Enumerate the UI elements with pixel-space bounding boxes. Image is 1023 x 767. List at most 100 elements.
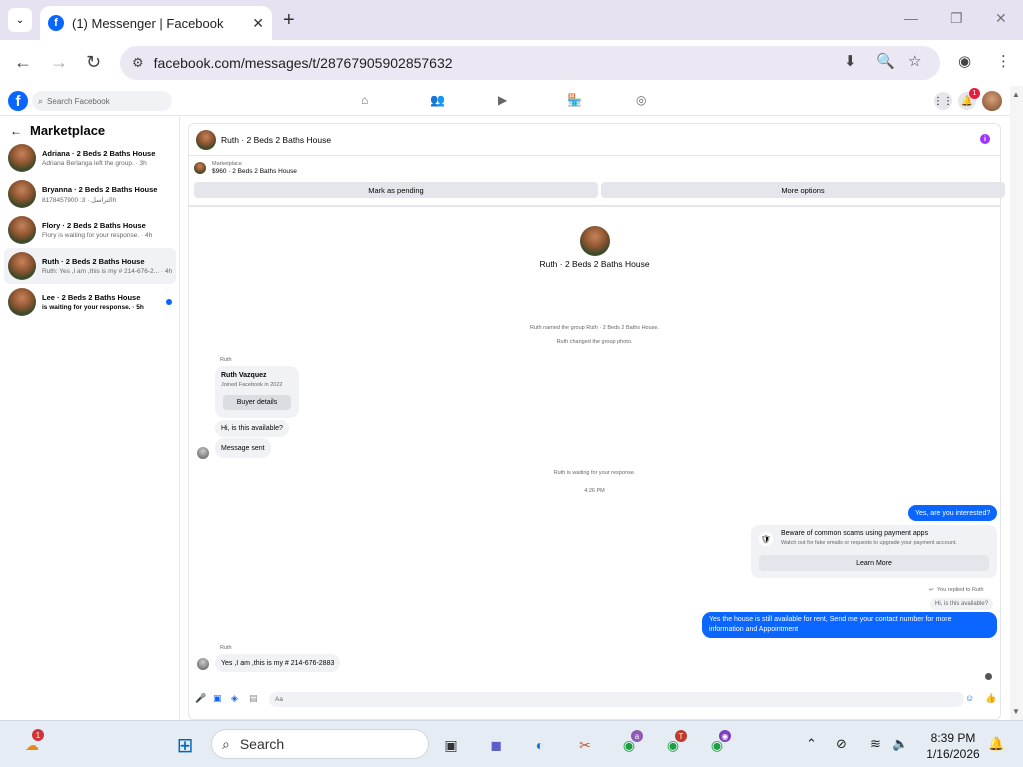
back-button[interactable]: ← [14,52,32,73]
facebook-search-input[interactable]: ⌕ Search Facebook [32,91,172,111]
read-receipt-avatar [985,673,992,680]
menu-kebab-icon[interactable]: ⋮ [996,52,1011,70]
windows-start-icon[interactable]: ⊞ [172,732,198,758]
tab-close-icon[interactable]: ✕ [252,15,264,32]
windows-taskbar: ☁ 1 ⊞ ⌕ Search ▣ ◼ ◐ ✂ ◉ a ◉ T ◉ ◉ ⌃ ⊘ ≋… [0,720,1023,767]
taskbar-search[interactable]: ⌕ Search [211,729,429,759]
browser-tab[interactable]: f (1) Messenger | Facebook ✕ [40,6,272,40]
replied-label: You replied to Ruth [937,587,984,593]
gif-icon[interactable]: ▤ [249,693,258,704]
taskbar-search-label: Search [239,736,285,752]
teams-chat-icon[interactable]: ◼ [483,732,509,758]
conversation-item-lee[interactable]: Lee · 2 Beds 2 Baths House is waiting fo… [4,284,176,320]
restore-button[interactable]: ❐ [950,10,963,27]
back-arrow-icon[interactable]: ← [10,124,22,138]
account-avatar[interactable] [982,91,1002,111]
reload-button[interactable]: ↻ [86,52,101,73]
friends-icon[interactable]: 👥 [430,93,445,107]
minimize-button[interactable]: — [904,10,918,26]
system-message: Ruth named the group Ruth · 2 Beds 2 Bat… [529,325,660,331]
message-composer: 🎤 ▣ ◈ ▤ Aa ☺ 👍 [189,689,1000,711]
new-tab-button[interactable]: + [283,9,295,32]
listing-summary[interactable]: Marketplace $960 · 2 Beds 2 Baths House [194,161,297,175]
home-icon[interactable]: ⌂ [361,93,368,107]
notification-badge: 1 [969,88,980,99]
conversation-item-adriana[interactable]: Adriana · 2 Beds 2 Baths House Adriana B… [4,140,176,176]
buyer-joined: Joined Facebook in 2022 [221,382,283,388]
bookmark-star-icon[interactable]: ☆ [908,52,921,70]
avatar [8,180,36,208]
conversation-sidebar: ← Marketplace Adriana · 2 Beds 2 Baths H… [0,116,180,720]
outgoing-message-bubble[interactable]: Yes, are you interested? [908,505,998,521]
conversation-preview: Ruth: Yes ,I am ,this is my # 214-676-2.… [42,268,173,275]
more-options-button[interactable]: More options [601,182,1005,198]
browser-toolbar: ← → ↻ ⚙ facebook.com/messages/t/28767905… [0,40,1023,86]
conversation-preview: Flory is waiting for your response. · 4h [42,232,153,239]
address-bar[interactable]: ⚙ facebook.com/messages/t/28767905902857… [120,46,940,80]
clock-date: 1/16/2026 [926,747,980,761]
emoji-icon[interactable]: ☺ [965,693,974,703]
info-icon[interactable]: i [980,134,990,144]
message-bubble[interactable]: Yes ,I am ,this is my # 214-676-2883 [215,654,341,672]
facebook-logo-icon[interactable]: f [8,91,28,111]
scroll-down-arrow-icon[interactable]: ▼ [1012,707,1020,716]
conversation-name: Flory · 2 Beds 2 Baths House [42,221,146,230]
tab-search-button[interactable]: ⌄ [8,8,32,32]
buyer-card: Ruth Vazquez Joined Facebook in 2022 Buy… [215,366,299,418]
chrome-profile-badge: a [631,730,643,742]
page-scrollbar[interactable] [1010,86,1023,720]
scam-warning-title: Beware of common scams using payment app… [781,530,929,537]
location-off-icon[interactable]: ⊘ [836,736,847,752]
conversation-name: Lee · 2 Beds 2 Baths House [42,293,141,302]
message-bubble[interactable]: Hi, is this available? [215,420,289,437]
conversation-name: Adriana · 2 Beds 2 Baths House [42,149,156,158]
scam-warning-subtitle: Watch out for fake emails or requests to… [781,540,957,546]
scroll-up-arrow-icon[interactable]: ▲ [1012,90,1020,99]
mark-as-pending-button[interactable]: Mark as pending [194,182,598,198]
avatar [197,658,209,670]
microphone-icon[interactable]: 🎤 [195,693,206,704]
wifi-icon[interactable]: ≋ [870,736,881,752]
site-info-icon[interactable]: ⚙ [132,55,144,71]
conversation-item-flory[interactable]: Flory · 2 Beds 2 Baths House Flory is wa… [4,212,176,248]
marketplace-icon[interactable]: 🏪 [567,93,582,107]
message-input[interactable]: Aa [269,692,964,707]
url-text[interactable]: facebook.com/messages/t/2876790590285763… [154,55,453,71]
chevron-up-icon[interactable]: ⌃ [806,736,817,752]
message-bubble[interactable]: Message sent [215,438,271,458]
menu-grid-icon[interactable]: ⋮⋮ [933,92,953,110]
notification-bell-icon[interactable]: 🔔 [988,736,1004,752]
video-icon[interactable]: ▶ [498,93,507,107]
quoted-message[interactable]: Hi, is this available? [930,598,994,610]
system-clock[interactable]: 8:39 PM 1/16/2026 [918,730,988,762]
close-window-button[interactable]: ✕ [995,10,1007,27]
clock-time: 8:39 PM [930,731,976,745]
conversation-item-bryanna[interactable]: Bryanna · 2 Beds 2 Baths House 817845790… [4,176,176,212]
zoom-icon[interactable]: 🔍 [876,52,895,70]
volume-icon[interactable]: 🔈 [892,736,908,752]
learn-more-button[interactable]: Learn More [759,555,989,571]
snipping-tool-icon[interactable]: ✂ [572,732,598,758]
image-icon[interactable]: ▣ [213,693,222,704]
like-thumb-icon[interactable]: 👍 [985,693,996,704]
system-message: Ruth changed the group photo. [556,339,633,345]
groups-icon[interactable]: ◎ [636,93,646,107]
facebook-header: f ⌕ Search Facebook ⌂ 👥 ▶ 🏪 ◎ ⋮⋮ 🔔 [0,86,1010,116]
forward-button[interactable]: → [50,52,68,73]
edge-browser-icon[interactable]: ◐ [527,732,553,758]
conversation-name: Ruth · 2 Beds 2 Baths House [42,257,145,266]
listing-price: $960 · 2 Beds 2 Baths House [212,168,297,175]
profile-icon[interactable]: ◉ [958,52,971,70]
sender-name: Ruth [220,357,232,363]
avatar[interactable] [196,129,216,150]
avatar [197,447,209,459]
install-app-icon[interactable]: ⬇ [844,52,857,70]
facebook-favicon-icon: f [48,15,64,31]
conversation-item-ruth[interactable]: Ruth · 2 Beds 2 Baths House Ruth: Yes ,I… [4,248,176,284]
outgoing-message-bubble[interactable]: Yes the house is still available for ren… [702,612,997,638]
buyer-details-button[interactable]: Buyer details [223,395,291,410]
chat-title[interactable]: Ruth · 2 Beds 2 Baths House [221,135,331,145]
task-view-icon[interactable]: ▣ [438,732,464,758]
sticker-icon[interactable]: ◈ [231,693,238,704]
avatar [8,144,36,172]
